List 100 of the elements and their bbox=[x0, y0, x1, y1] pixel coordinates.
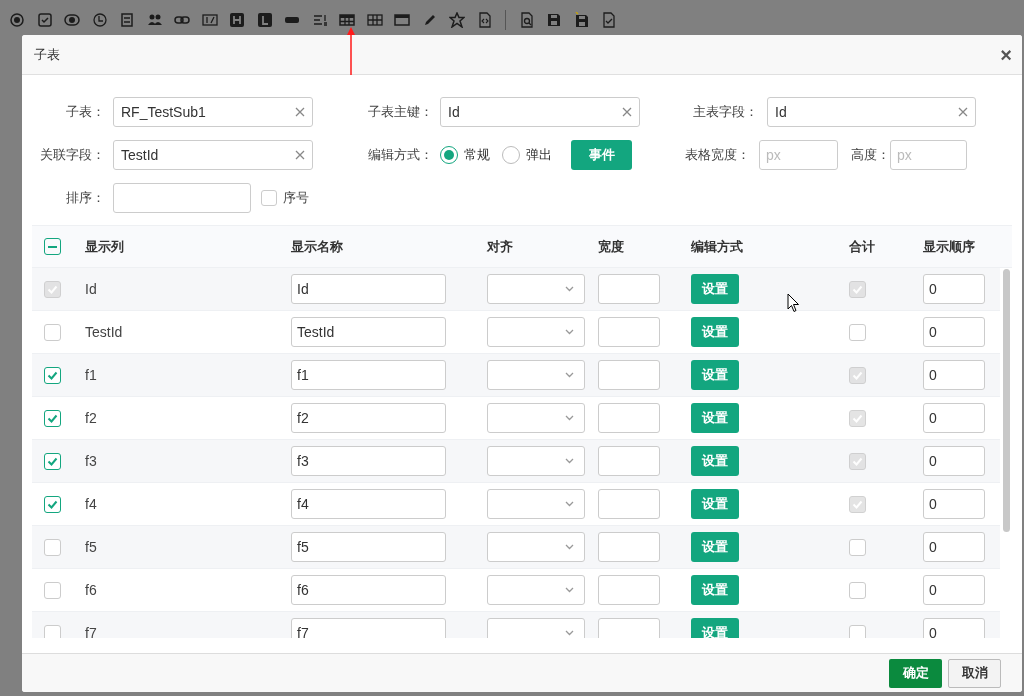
width-field[interactable] bbox=[598, 532, 660, 562]
radio-option[interactable]: 弹出 bbox=[502, 145, 552, 165]
order-field[interactable]: 0 bbox=[923, 489, 985, 519]
row-checkbox[interactable] bbox=[44, 624, 61, 638]
order-field[interactable]: 0 bbox=[923, 403, 985, 433]
align-select[interactable] bbox=[487, 360, 585, 390]
text-field[interactable]: Id bbox=[767, 97, 976, 127]
chevron-down-icon bbox=[565, 286, 574, 292]
order-field[interactable]: 0 bbox=[923, 446, 985, 476]
window-icon[interactable] bbox=[394, 12, 410, 28]
chevron-down-icon bbox=[565, 372, 574, 378]
preview-icon[interactable] bbox=[518, 12, 535, 28]
table-icon[interactable] bbox=[339, 12, 355, 28]
star-icon[interactable] bbox=[449, 12, 465, 28]
text-field[interactable]: px bbox=[890, 140, 967, 170]
clock-icon[interactable] bbox=[91, 12, 108, 28]
serial-checkbox[interactable]: 序号 bbox=[261, 188, 309, 208]
check-icon bbox=[852, 412, 863, 424]
save-as-icon[interactable] bbox=[573, 12, 590, 28]
checklist-icon[interactable] bbox=[601, 12, 617, 28]
width-field[interactable] bbox=[598, 446, 660, 476]
check-icon bbox=[852, 455, 863, 467]
order-field[interactable]: 0 bbox=[923, 575, 985, 605]
width-field[interactable] bbox=[598, 403, 660, 433]
toggle-icon[interactable] bbox=[64, 12, 80, 28]
width-field[interactable] bbox=[598, 489, 660, 519]
radio-icon[interactable] bbox=[9, 12, 25, 28]
check-icon bbox=[852, 498, 863, 510]
column-header: 合计 bbox=[849, 237, 875, 256]
select-all-checkbox[interactable] bbox=[44, 238, 61, 255]
name-field[interactable]: f7 bbox=[291, 618, 446, 638]
text-field[interactable] bbox=[113, 183, 251, 213]
width-field[interactable] bbox=[598, 575, 660, 605]
order-field[interactable]: 0 bbox=[923, 317, 985, 347]
grid-icon[interactable] bbox=[366, 12, 383, 28]
close-button[interactable]: × bbox=[1000, 44, 1012, 65]
order-field[interactable]: 0 bbox=[923, 532, 985, 562]
text-field[interactable]: px bbox=[759, 140, 838, 170]
align-select[interactable] bbox=[487, 489, 585, 519]
align-select[interactable] bbox=[487, 446, 585, 476]
width-field[interactable] bbox=[598, 360, 660, 390]
column-header: 显示列 bbox=[85, 237, 124, 256]
cancel-button[interactable]: 取消 bbox=[948, 658, 1001, 688]
column-header: 编辑方式 bbox=[691, 237, 743, 256]
sum-checkbox[interactable] bbox=[849, 581, 866, 599]
field-label: 排序： bbox=[65, 189, 105, 208]
column-header: 对齐 bbox=[487, 237, 513, 256]
chevron-down-icon bbox=[565, 501, 574, 507]
save-icon[interactable] bbox=[546, 12, 562, 28]
name-field[interactable]: f2 bbox=[291, 403, 446, 433]
confirm-button[interactable]: 确定 bbox=[889, 658, 942, 688]
align-select[interactable] bbox=[487, 274, 585, 304]
field-label: 子表： bbox=[65, 103, 105, 122]
chevron-down-icon bbox=[565, 544, 574, 550]
row-checkbox[interactable] bbox=[44, 366, 61, 384]
check-icon bbox=[47, 283, 58, 295]
width-field[interactable] bbox=[598, 317, 660, 347]
name-field[interactable]: f6 bbox=[291, 575, 446, 605]
row-checkbox[interactable] bbox=[44, 538, 61, 556]
radio-option[interactable]: 常规 bbox=[440, 145, 490, 165]
label-icon[interactable] bbox=[256, 12, 273, 28]
row-checkbox[interactable] bbox=[44, 495, 61, 513]
row-checkbox[interactable] bbox=[44, 409, 61, 427]
order-field[interactable]: 0 bbox=[923, 618, 985, 638]
align-select[interactable] bbox=[487, 403, 585, 433]
align-select[interactable] bbox=[487, 575, 585, 605]
name-field[interactable]: f4 bbox=[291, 489, 446, 519]
clear-icon[interactable] bbox=[622, 107, 632, 117]
name-field[interactable]: f5 bbox=[291, 532, 446, 562]
name-field[interactable]: f3 bbox=[291, 446, 446, 476]
align-select[interactable] bbox=[487, 532, 585, 562]
text-field-icon[interactable] bbox=[201, 12, 218, 28]
row-checkbox[interactable] bbox=[44, 581, 61, 599]
name-field[interactable]: TestId bbox=[291, 317, 446, 347]
order-field[interactable]: 0 bbox=[923, 360, 985, 390]
row-checkbox[interactable] bbox=[44, 323, 61, 341]
panel-icon[interactable] bbox=[119, 12, 135, 28]
clear-icon[interactable] bbox=[958, 107, 968, 117]
text-field[interactable]: RF_TestSub1 bbox=[113, 97, 313, 127]
column-header: 显示名称 bbox=[291, 237, 343, 256]
field-label: 编辑方式： bbox=[367, 146, 433, 165]
people-icon[interactable] bbox=[146, 12, 163, 28]
text-field[interactable]: Id bbox=[440, 97, 640, 127]
row-checkbox[interactable] bbox=[44, 452, 61, 470]
code-file-icon[interactable] bbox=[476, 12, 493, 28]
sum-checkbox[interactable] bbox=[849, 538, 866, 556]
width-field[interactable] bbox=[598, 274, 660, 304]
name-field[interactable]: f1 bbox=[291, 360, 446, 390]
text-field[interactable]: TestId bbox=[113, 140, 313, 170]
column-header: 显示顺序 bbox=[923, 237, 975, 256]
list-icon[interactable] bbox=[311, 12, 328, 28]
sum-checkbox[interactable] bbox=[849, 624, 866, 638]
clear-icon[interactable] bbox=[295, 107, 305, 117]
align-select[interactable] bbox=[487, 317, 585, 347]
clear-icon[interactable] bbox=[295, 150, 305, 160]
sum-checkbox[interactable] bbox=[849, 323, 866, 341]
scrollbar-thumb[interactable] bbox=[1003, 269, 1010, 532]
heading-icon[interactable] bbox=[229, 12, 245, 28]
checkbox-icon[interactable] bbox=[36, 12, 53, 28]
table-cell-text: f1 bbox=[85, 365, 98, 385]
